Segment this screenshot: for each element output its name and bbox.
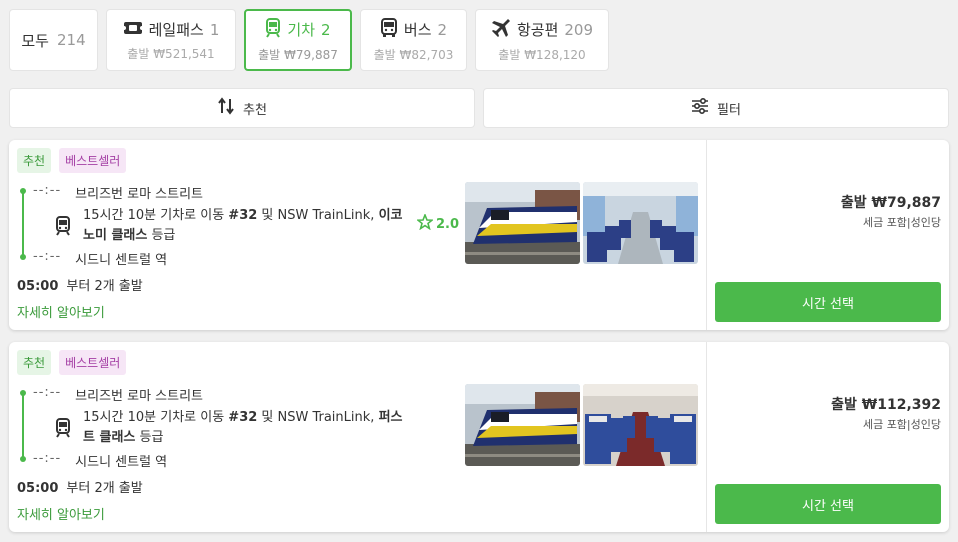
tab-count: 2 — [321, 20, 331, 39]
price-note: 세금 포함|성인당 — [862, 418, 941, 431]
arrival-time: --:-- — [33, 249, 62, 264]
tab-count: 209 — [564, 20, 594, 39]
bus-icon — [380, 17, 398, 42]
bestseller-badge: 베스트셀러 — [59, 350, 127, 375]
price: 출발 ₩112,392 — [831, 397, 941, 413]
filter-icon — [691, 97, 709, 119]
departure-time: --:-- — [33, 385, 62, 400]
select-time-button[interactable]: 시간 선택 — [715, 282, 941, 322]
train-icon — [265, 17, 281, 42]
recommended-badge: 추천 — [17, 148, 52, 173]
journey-description: 15시간 10분 기차로 이동 #32 및 NSW TrainLink, 퍼스트… — [83, 410, 403, 445]
origin-station: 브리즈번 로마 스트리트 — [75, 389, 204, 404]
train-interior-photo[interactable] — [583, 182, 698, 264]
origin-station: 브리즈번 로마 스트리트 — [75, 187, 204, 202]
first-departure-time: 05:00 — [17, 279, 59, 294]
tab-price: 출발 ₩521,541 — [127, 46, 215, 61]
train-exterior-photo[interactable] — [465, 384, 580, 466]
ticket-icon — [121, 19, 144, 41]
recommended-badge: 추천 — [17, 350, 52, 375]
tab-train[interactable]: 기차 2 출발 ₩79,887 — [244, 9, 352, 71]
tab-label: 모두 — [21, 31, 49, 50]
details-link[interactable]: 자세히 알아보기 — [17, 504, 105, 523]
train-icon — [55, 418, 71, 442]
destination-stop: --:-- 시드니 센트럴 역 — [33, 451, 167, 470]
train-number: #32 — [228, 410, 258, 425]
departure-time: --:-- — [33, 183, 62, 198]
tab-railpass[interactable]: 레일패스 1 출발 ₩521,541 — [106, 9, 236, 71]
toolbar: 추천 필터 — [9, 88, 949, 128]
origin-stop: --:-- 브리즈번 로마 스트리트 — [33, 385, 203, 404]
result-card[interactable]: 추천 베스트셀러 --:-- 브리즈번 로마 스트리트 15시간 10분 기차로… — [9, 342, 949, 532]
origin-stop: --:-- 브리즈번 로마 스트리트 — [33, 183, 203, 202]
result-card[interactable]: 추천 베스트셀러 --:-- 브리즈번 로마 스트리트 15시간 10분 기차로… — [9, 140, 949, 330]
arrival-time: --:-- — [33, 451, 62, 466]
destination-station: 시드니 센트럴 역 — [75, 455, 168, 470]
price: 출발 ₩79,887 — [840, 195, 941, 211]
departure-info: 05:00 부터 2개 출발 — [17, 481, 143, 496]
first-departure-time: 05:00 — [17, 481, 59, 496]
tab-count: 1 — [209, 20, 220, 39]
rating-value: 2.0 — [436, 216, 460, 232]
tab-count: 214 — [56, 31, 86, 49]
tab-label: 버스 — [403, 21, 432, 39]
tab-label: 기차 — [287, 21, 316, 39]
tab-price: 출발 ₩128,120 — [498, 47, 586, 62]
destination-station: 시드니 센트럴 역 — [75, 253, 168, 268]
tab-label: 레일패스 — [148, 21, 204, 39]
filter-label: 필터 — [717, 102, 741, 118]
sort-icon — [217, 97, 235, 119]
details-link[interactable]: 자세히 알아보기 — [17, 302, 105, 321]
journey-description: 15시간 10분 기차로 이동 #32 및 NSW TrainLink, 이코노… — [83, 208, 403, 243]
train-icon — [55, 216, 71, 240]
tab-bus[interactable]: 버스 2 출발 ₩82,703 — [360, 9, 467, 71]
plane-icon — [491, 18, 511, 42]
train-number: #32 — [228, 208, 258, 223]
bestseller-badge: 베스트셀러 — [59, 148, 127, 173]
train-interior-photo[interactable] — [583, 384, 698, 466]
sort-label: 추천 — [243, 102, 267, 118]
destination-stop: --:-- 시드니 센트럴 역 — [33, 249, 167, 268]
tab-all[interactable]: 모두 214 — [9, 9, 98, 71]
star-icon — [415, 212, 435, 234]
price-note: 세금 포함|성인당 — [862, 216, 941, 229]
departure-info: 05:00 부터 2개 출발 — [17, 279, 143, 294]
tab-count: 2 — [437, 20, 448, 39]
sort-button[interactable]: 추천 — [9, 88, 475, 128]
tab-price: 출발 ₩79,887 — [258, 47, 338, 62]
filter-button[interactable]: 필터 — [483, 88, 949, 128]
rating: 2.0 — [415, 212, 460, 234]
tab-flights[interactable]: 항공편 209 출발 ₩128,120 — [475, 9, 609, 71]
transport-tabs: 모두 214 레일패스 1 출발 ₩521,541 기차 2 출발 ₩79,88… — [9, 9, 609, 71]
tab-label: 항공편 — [516, 21, 559, 39]
train-exterior-photo[interactable] — [465, 182, 580, 264]
select-time-button[interactable]: 시간 선택 — [715, 484, 941, 524]
tab-price: 출발 ₩82,703 — [373, 47, 454, 62]
